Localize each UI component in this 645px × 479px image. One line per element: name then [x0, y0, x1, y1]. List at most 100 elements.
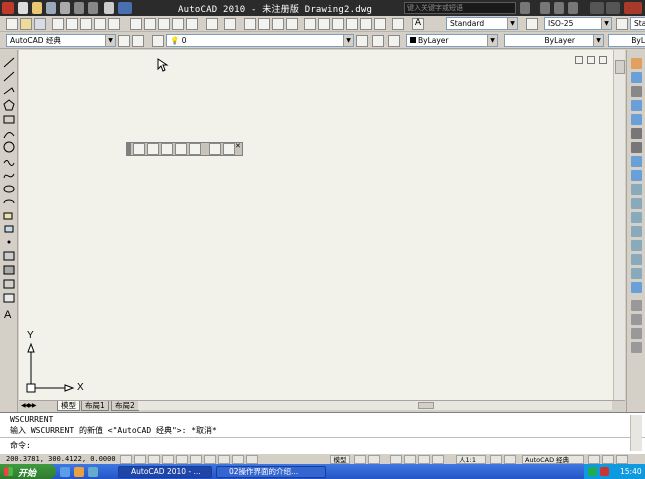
layer-select[interactable]: 💡 0 ▼: [166, 34, 354, 47]
table-style-icon[interactable]: [616, 18, 628, 30]
move-icon[interactable]: [631, 128, 642, 139]
horizontal-scrollbar[interactable]: [138, 401, 612, 410]
erase-icon[interactable]: [631, 58, 642, 69]
cut-icon[interactable]: [130, 18, 142, 30]
canvas-minimize-icon[interactable]: [575, 56, 583, 64]
3d-dwf-icon[interactable]: [94, 18, 106, 30]
view-camera-icon[interactable]: [223, 143, 235, 155]
vertical-scroll-thumb[interactable]: [615, 60, 625, 74]
tray-security-icon[interactable]: [600, 467, 609, 476]
linetype-select[interactable]: ByLayer ▼: [504, 34, 604, 47]
paste-icon[interactable]: [158, 18, 170, 30]
clean-screen-icon[interactable]: [616, 455, 628, 464]
redo-icon[interactable]: [224, 18, 236, 30]
sheet-set-icon[interactable]: [346, 18, 358, 30]
polar-toggle[interactable]: [162, 455, 174, 464]
close-icon[interactable]: [624, 2, 642, 14]
preview-icon[interactable]: [66, 18, 78, 30]
quick-calc-icon[interactable]: [374, 18, 386, 30]
text-style-select[interactable]: Standard ▼: [446, 17, 518, 30]
pan-icon[interactable]: [244, 18, 256, 30]
view-orbit-icon[interactable]: [189, 143, 201, 155]
new-icon[interactable]: [18, 2, 28, 14]
ducs-toggle[interactable]: [204, 455, 216, 464]
canvas-close-icon[interactable]: [599, 56, 607, 64]
lwt-toggle[interactable]: [232, 455, 244, 464]
search-input[interactable]: 键入关键字或短语: [404, 2, 516, 14]
command-prompt[interactable]: 命令:: [10, 440, 31, 451]
status-tray-settings-icon[interactable]: [602, 455, 614, 464]
open-icon[interactable]: [32, 2, 42, 14]
dim-style-icon[interactable]: [526, 18, 538, 30]
grid-toggle[interactable]: [134, 455, 146, 464]
copy-icon[interactable]: [144, 18, 156, 30]
save-as-icon[interactable]: [60, 2, 70, 14]
floating-close-icon[interactable]: ✕: [235, 142, 241, 150]
zoom-window-icon[interactable]: [272, 18, 284, 30]
canvas-restore-icon[interactable]: [587, 56, 595, 64]
tool-palettes-icon[interactable]: [332, 18, 344, 30]
extend-icon[interactable]: [631, 198, 642, 209]
mirror-icon[interactable]: [631, 86, 642, 97]
view-top-icon[interactable]: [147, 143, 159, 155]
layout-quickview-icon[interactable]: [354, 455, 366, 464]
steeringwheel-icon[interactable]: [418, 455, 430, 464]
help-icon[interactable]: [392, 18, 404, 30]
annotation-scale[interactable]: 人1:1: [456, 455, 486, 464]
binoculars-icon[interactable]: [520, 2, 530, 14]
draworder-icon[interactable]: [631, 300, 642, 311]
save-icon[interactable]: [34, 18, 46, 30]
publish-icon[interactable]: [80, 18, 92, 30]
make-current-icon[interactable]: [356, 35, 368, 47]
properties-icon[interactable]: [304, 18, 316, 30]
draworder-above-icon[interactable]: [631, 328, 642, 339]
star-icon[interactable]: [554, 2, 564, 14]
taskbar-autocad[interactable]: AutoCAD 2010 - ...: [118, 466, 212, 478]
undo-icon[interactable]: [74, 2, 84, 14]
undo-icon[interactable]: [206, 18, 218, 30]
workspace-switch[interactable]: AutoCAD 经典: [522, 455, 584, 464]
workspace-settings-icon[interactable]: [118, 35, 130, 47]
chamfer-icon[interactable]: [631, 254, 642, 265]
draworder-under-icon[interactable]: [631, 342, 642, 353]
trim-icon[interactable]: [631, 184, 642, 195]
save-icon[interactable]: [46, 2, 56, 14]
break-icon[interactable]: [631, 226, 642, 237]
table-style-select[interactable]: Sta: [630, 17, 645, 30]
array-icon[interactable]: [631, 114, 642, 125]
dim-style-select[interactable]: ISO-25 ▼: [544, 17, 612, 30]
app-menu-icon[interactable]: [2, 2, 14, 14]
markup-icon[interactable]: [360, 18, 372, 30]
showmotion-icon[interactable]: [432, 455, 444, 464]
text-style-icon[interactable]: A: [412, 18, 424, 30]
snap-toggle[interactable]: [120, 455, 132, 464]
quicklaunch-media-icon[interactable]: [74, 467, 84, 477]
layer-state-icon[interactable]: [388, 35, 400, 47]
color-select[interactable]: ByLayer ▼: [406, 34, 498, 47]
qp-toggle[interactable]: [246, 455, 258, 464]
horizontal-scroll-thumb[interactable]: [418, 402, 434, 409]
annotation-visibility-icon[interactable]: [490, 455, 502, 464]
key-icon[interactable]: [540, 2, 550, 14]
osnap-toggle[interactable]: [176, 455, 188, 464]
start-button[interactable]: 开始: [0, 464, 56, 479]
view-iso-icon[interactable]: [209, 143, 221, 155]
draworder-back-icon[interactable]: [631, 314, 642, 325]
quicklaunch-ie-icon[interactable]: [60, 467, 70, 477]
join-icon[interactable]: [631, 240, 642, 251]
vertical-scrollbar[interactable]: [613, 50, 625, 400]
layer-manager-icon[interactable]: [132, 35, 144, 47]
scale-icon[interactable]: [631, 156, 642, 167]
taskbar-document[interactable]: 02操作界面的介绍...: [216, 466, 326, 478]
view-side-icon[interactable]: [175, 143, 187, 155]
quicklaunch-desktop-icon[interactable]: [88, 467, 98, 477]
design-center-icon[interactable]: [318, 18, 330, 30]
layer-props-icon[interactable]: [152, 35, 164, 47]
zoom-status-icon[interactable]: [404, 455, 416, 464]
qat-dropdown-icon[interactable]: [118, 2, 132, 14]
dyn-toggle[interactable]: [218, 455, 230, 464]
tab-nav-icon[interactable]: ◀◀▶▶: [21, 402, 37, 409]
drawing-quickview-icon[interactable]: [368, 455, 380, 464]
plot-icon[interactable]: [52, 18, 64, 30]
otrack-toggle[interactable]: [190, 455, 202, 464]
